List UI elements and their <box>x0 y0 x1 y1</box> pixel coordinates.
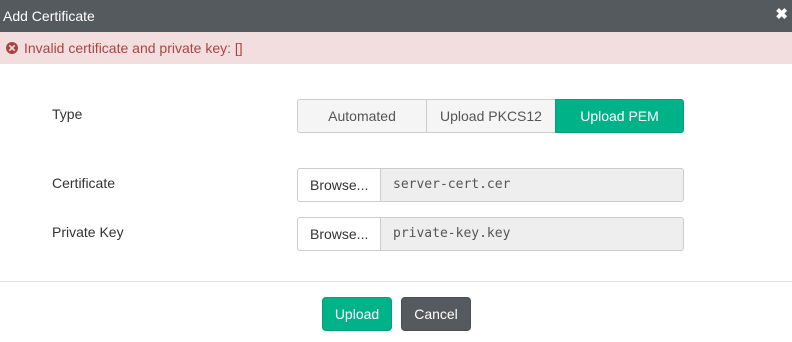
certificate-filename: server-cert.cer <box>380 168 684 202</box>
error-circle-icon <box>6 42 18 54</box>
dialog-titlebar: Add Certificate ✖ <box>0 0 792 32</box>
private-key-filename: private-key.key <box>380 217 684 251</box>
certificate-label: Certificate <box>52 175 116 191</box>
private-key-file-input: Browse... private-key.key <box>297 217 684 251</box>
close-icon[interactable]: ✖ <box>775 6 788 24</box>
error-alert: Invalid certificate and private key: [] <box>0 32 792 64</box>
certificate-file-input: Browse... server-cert.cer <box>297 168 684 202</box>
error-message: Invalid certificate and private key: [] <box>24 40 243 56</box>
cancel-button[interactable]: Cancel <box>401 297 471 331</box>
type-option-upload-pkcs12[interactable]: Upload PKCS12 <box>426 99 556 133</box>
private-key-label: Private Key <box>52 224 124 240</box>
footer-divider <box>0 281 792 282</box>
type-label: Type <box>52 106 83 122</box>
private-key-browse-button[interactable]: Browse... <box>297 217 381 251</box>
upload-button[interactable]: Upload <box>322 297 392 331</box>
certificate-browse-button[interactable]: Browse... <box>297 168 381 202</box>
type-option-automated[interactable]: Automated <box>297 99 427 133</box>
dialog-title: Add Certificate <box>3 8 95 24</box>
type-option-upload-pem[interactable]: Upload PEM <box>555 99 684 133</box>
